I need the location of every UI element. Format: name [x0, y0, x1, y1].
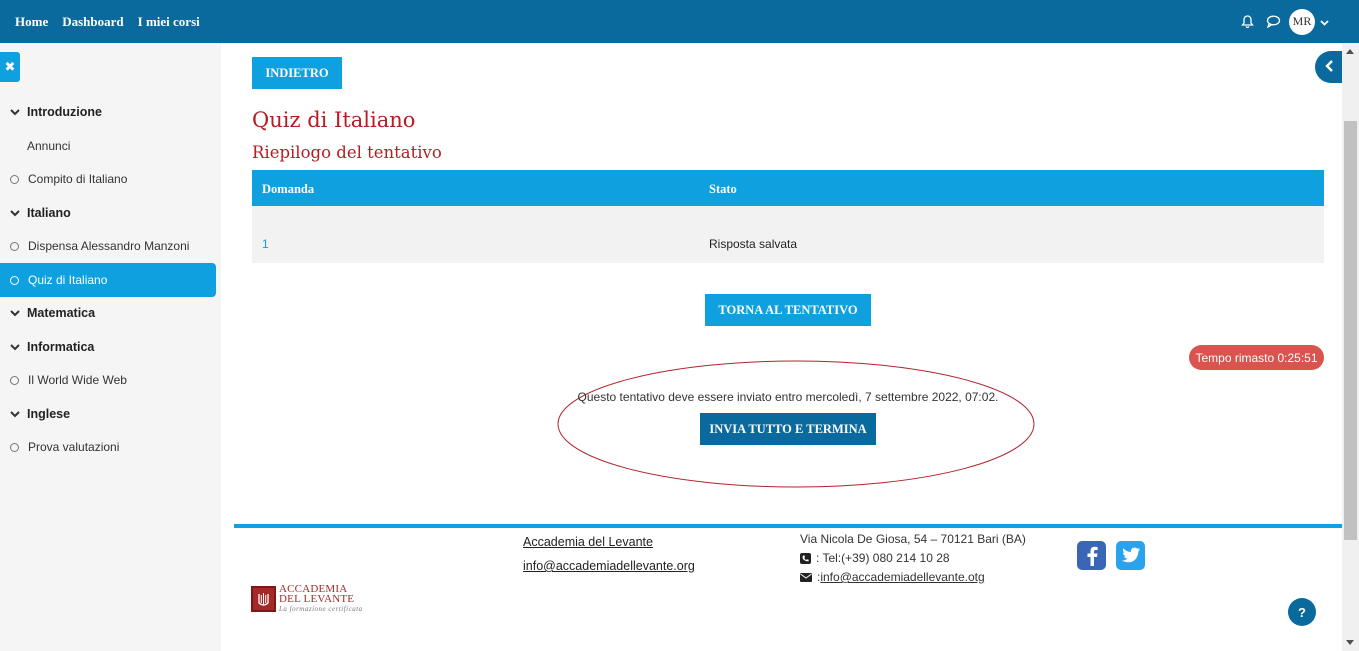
column-header-question: Domanda — [262, 182, 315, 196]
sidebar-item-label: Il World Wide Web — [28, 373, 127, 387]
attempt-summary-table: Domanda Stato 1 Risposta salvata — [252, 170, 1324, 263]
bell-icon[interactable] — [1239, 14, 1255, 30]
sidebar-item-label: Inglese — [27, 407, 71, 421]
chevron-down-icon[interactable] — [1320, 15, 1329, 29]
sidebar-item-label: Dispensa Alessandro Manzoni — [28, 239, 190, 253]
footer-email2-link[interactable]: info@accademiadellevante.otg — [820, 570, 984, 584]
sidebar-item-label: Matematica — [27, 306, 96, 320]
chevron-down-icon[interactable] — [10, 108, 22, 116]
column-header-status: Stato — [709, 182, 737, 196]
sidebar-item-label: Informatica — [27, 340, 95, 354]
sidebar-item-il-world-wide-web[interactable]: Il World Wide Web — [0, 363, 216, 397]
sidebar-item-label: Prova valutazioni — [28, 440, 120, 454]
logo-line2: DEL LEVANTE — [279, 593, 355, 605]
footer-phone-number: (+39) 080 214 10 28 — [841, 551, 950, 565]
course-index-sidebar: ✖ Introduzione Annunci Compito di Italiano… — [0, 43, 221, 651]
return-to-attempt-button[interactable]: TORNA AL TENTATIVO — [705, 294, 871, 326]
footer-phone: : Tel: (+39) 080 214 10 28 — [800, 551, 950, 565]
nav-home-link[interactable]: Home — [15, 14, 48, 30]
submit-all-and-finish-button[interactable]: INVIA TUTTO E TERMINA — [700, 413, 876, 445]
academy-logo: ACCADEMIA DEL LEVANTE La formazione cert… — [251, 584, 363, 614]
sidebar-item-label: Italiano — [27, 206, 71, 220]
chevron-down-icon[interactable] — [10, 209, 22, 217]
scroll-thumb[interactable] — [1344, 121, 1357, 540]
sidebar-item-italiano[interactable]: Italiano — [0, 196, 216, 230]
sidebar-item-matematica[interactable]: Matematica — [0, 296, 216, 330]
envelope-icon — [800, 572, 812, 582]
logo-tagline: La formazione certificata — [279, 605, 363, 613]
question-number-link[interactable]: 1 — [262, 237, 269, 251]
circle-icon — [10, 275, 19, 285]
navbar-user-area: MR — [1229, 0, 1329, 43]
page-subtitle: Riepilogo del tentativo — [252, 143, 442, 162]
sidebar-item-inglese[interactable]: Inglese — [0, 397, 216, 431]
chat-icon[interactable] — [1265, 14, 1281, 30]
open-drawer-button[interactable] — [1315, 51, 1343, 83]
page-title: Quiz di Italiano — [252, 108, 416, 132]
chevron-down-icon[interactable] — [10, 309, 22, 317]
sidebar-item-quiz-di-italiano[interactable]: Quiz di Italiano — [0, 263, 216, 297]
twitter-icon[interactable] — [1116, 541, 1145, 570]
sidebar-item-dispensa-alessandro-manzoni[interactable]: Dispensa Alessandro Manzoni — [0, 229, 216, 263]
circle-icon — [10, 442, 19, 452]
close-sidebar-button[interactable]: ✖ — [0, 52, 20, 82]
help-button[interactable]: ? — [1288, 598, 1316, 626]
page-scrollbar[interactable] — [1342, 43, 1359, 651]
chevron-down-icon[interactable] — [10, 343, 22, 351]
submission-deadline-notice: Questo tentativo deve essere inviato ent… — [577, 390, 999, 404]
sidebar-item-label: Annunci — [27, 139, 71, 153]
back-button[interactable]: INDIETRO — [252, 57, 342, 89]
footer-email2: : info@accademiadellevante.otg — [800, 570, 985, 584]
logo-emblem-icon — [251, 586, 276, 612]
logo-text: ACCADEMIA DEL LEVANTE La formazione cert… — [279, 584, 363, 614]
phone-icon — [800, 552, 811, 564]
circle-icon — [10, 174, 19, 184]
circle-icon — [10, 241, 19, 251]
question-status: Risposta salvata — [709, 237, 798, 251]
sidebar-item-label: Introduzione — [27, 105, 102, 119]
footer-org-link[interactable]: Accademia del Levante — [523, 535, 653, 549]
chevron-down-icon[interactable] — [10, 410, 22, 418]
nav-dashboard-link[interactable]: Dashboard — [62, 14, 123, 30]
footer-address: Via Nicola De Giosa, 54 – 70121 Bari (BA… — [800, 532, 1026, 546]
avatar[interactable]: MR — [1289, 8, 1315, 35]
circle-icon — [10, 375, 19, 385]
footer-divider — [234, 524, 1342, 528]
top-navbar: Home Dashboard I miei corsi MR — [0, 0, 1359, 43]
sidebar-item-prova-valutazioni[interactable]: Prova valutazioni — [0, 430, 216, 464]
nav-my-courses-link[interactable]: I miei corsi — [138, 14, 200, 30]
sidebar-item-annunci[interactable]: Annunci — [0, 129, 216, 163]
facebook-icon[interactable] — [1077, 541, 1106, 570]
sidebar-item-compito-di-italiano[interactable]: Compito di Italiano — [0, 162, 216, 196]
chevron-left-icon — [1324, 59, 1334, 75]
footer-phone-prefix: : Tel: — [816, 551, 842, 565]
footer-email-link[interactable]: info@accademiadellevante.org — [523, 559, 695, 573]
sidebar-item-introduzione[interactable]: Introduzione — [0, 95, 216, 129]
sidebar-item-label: Compito di Italiano — [28, 172, 128, 186]
time-remaining-badge: Tempo rimasto 0:25:51 — [1189, 345, 1324, 370]
sidebar-item-label: Quiz di Italiano — [28, 273, 108, 287]
table-row: 1 Risposta salvata — [252, 206, 1324, 263]
sidebar-item-informatica[interactable]: Informatica — [0, 330, 216, 364]
table-header: Domanda Stato — [252, 170, 1324, 206]
scroll-down-icon[interactable] — [1346, 640, 1354, 645]
close-icon: ✖ — [4, 59, 16, 74]
scroll-up-icon[interactable] — [1346, 49, 1354, 54]
